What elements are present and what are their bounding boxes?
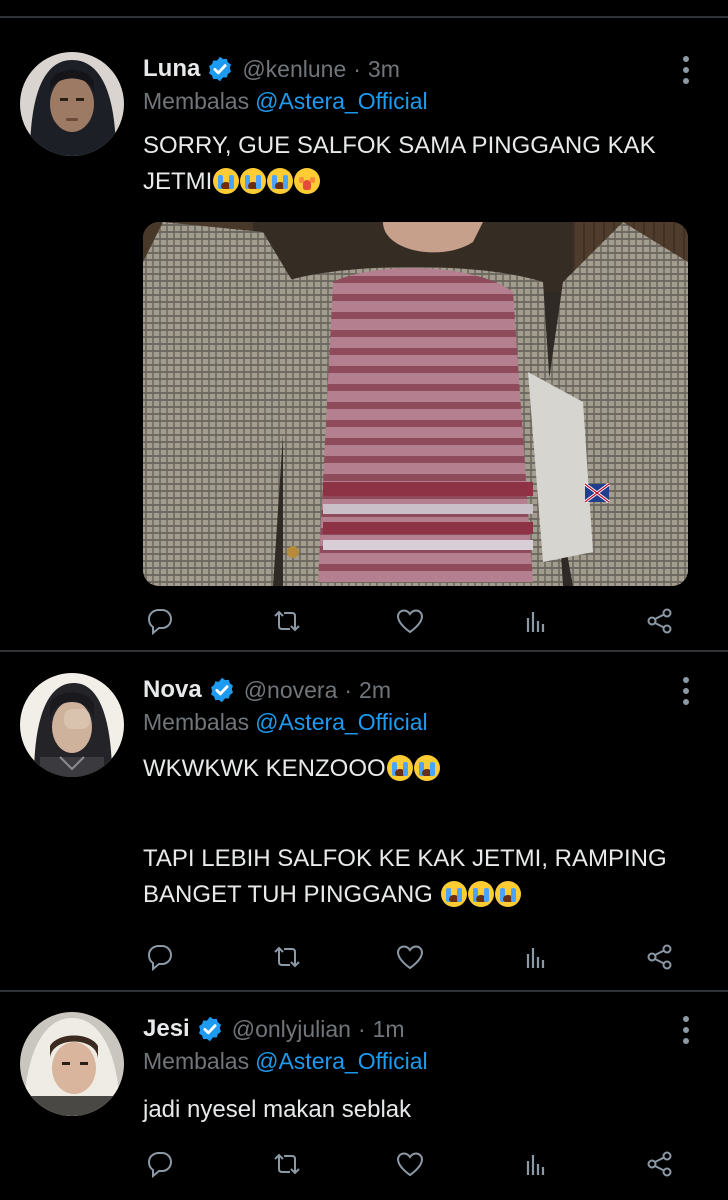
loudly-crying-face-icon xyxy=(440,881,467,907)
reply-icon[interactable] xyxy=(143,604,177,638)
more-options-icon[interactable] xyxy=(680,1014,692,1046)
tweet-divider xyxy=(0,650,728,652)
reply-context: Membalas @Astera_Official xyxy=(143,709,428,736)
share-icon[interactable] xyxy=(643,1147,677,1181)
tweet-actions xyxy=(143,604,688,640)
tweet-text-line: jadi nyesel makan seblak xyxy=(143,1096,412,1123)
reply-mention-link[interactable]: @Astera_Official xyxy=(255,1048,428,1074)
like-icon[interactable] xyxy=(393,940,427,974)
tweet-text-line: TAPI LEBIH SALFOK KE KAK JETMI, RAMPING xyxy=(143,845,667,872)
separator-dot: · xyxy=(344,676,353,703)
tweet-text-line: SORRY, GUE SALFOK SAMA PINGGANG KAK xyxy=(143,132,656,159)
tweet-text-span: BANGET TUH PINGGANG xyxy=(143,881,440,908)
verified-badge-icon xyxy=(196,1015,224,1043)
loudly-crying-face-icon xyxy=(213,168,240,194)
tweet-text-span: JETMI xyxy=(143,168,213,195)
reply-mention-link[interactable]: @Astera_Official xyxy=(255,709,428,735)
verified-badge-icon xyxy=(206,55,234,83)
loudly-crying-face-icon xyxy=(267,168,294,194)
tweet-actions xyxy=(143,1147,688,1183)
more-options-icon[interactable] xyxy=(680,54,692,86)
tweet-text-span: WKWKWK KENZOOO xyxy=(143,755,386,782)
display-name[interactable]: Luna xyxy=(143,55,200,83)
tweet-text-line: JETMI xyxy=(143,164,703,200)
loudly-crying-face-icon xyxy=(240,168,267,194)
separator-dot: · xyxy=(357,1015,366,1042)
loudly-crying-face-icon xyxy=(386,755,413,781)
avatar[interactable] xyxy=(20,673,124,777)
hot-face-icon xyxy=(294,168,321,194)
avatar[interactable] xyxy=(20,1012,124,1116)
more-options-icon[interactable] xyxy=(680,675,692,707)
verified-badge-icon xyxy=(208,676,236,704)
reply-mention-link[interactable]: @Astera_Official xyxy=(255,88,428,114)
retweet-icon[interactable] xyxy=(270,604,304,638)
views-icon[interactable] xyxy=(519,1147,553,1181)
timestamp[interactable]: 2m xyxy=(359,677,391,704)
reply-context: Membalas @Astera_Official xyxy=(143,88,428,115)
like-icon[interactable] xyxy=(393,604,427,638)
display-name[interactable]: Nova xyxy=(143,676,202,704)
reply-prefix: Membalas xyxy=(143,88,250,114)
tweet-text: jadi nyesel makan seblak xyxy=(143,1092,703,1128)
user-handle[interactable]: @novera xyxy=(244,677,338,704)
views-icon[interactable] xyxy=(519,604,553,638)
tweet-text: SORRY, GUE SALFOK SAMA PINGGANG KAK JETM… xyxy=(143,128,703,200)
tweet-photo[interactable] xyxy=(143,222,688,586)
loudly-crying-face-icon xyxy=(467,881,494,907)
avatar[interactable] xyxy=(20,52,124,156)
views-icon[interactable] xyxy=(519,940,553,974)
separator-dot: · xyxy=(353,55,361,82)
retweet-icon[interactable] xyxy=(270,1147,304,1181)
loudly-crying-face-icon xyxy=(494,881,521,907)
timestamp[interactable]: 3m xyxy=(368,56,400,83)
top-divider xyxy=(0,16,728,18)
reply-context: Membalas @Astera_Official xyxy=(143,1048,428,1075)
timestamp[interactable]: 1m xyxy=(373,1016,405,1043)
user-handle[interactable]: @onlyjulian xyxy=(232,1016,351,1043)
reply-icon[interactable] xyxy=(143,940,177,974)
tweet-actions xyxy=(143,940,688,976)
share-icon[interactable] xyxy=(643,940,677,974)
tweet-text-line: WKWKWK KENZOOO xyxy=(143,751,703,787)
reply-prefix: Membalas xyxy=(143,1048,250,1074)
reply-prefix: Membalas xyxy=(143,709,250,735)
tweet-text-line: BANGET TUH PINGGANG xyxy=(143,877,703,913)
reply-icon[interactable] xyxy=(143,1147,177,1181)
like-icon[interactable] xyxy=(393,1147,427,1181)
user-handle[interactable]: @kenlune xyxy=(242,56,346,83)
loudly-crying-face-icon xyxy=(413,755,440,781)
retweet-icon[interactable] xyxy=(270,940,304,974)
tweet-divider xyxy=(0,990,728,992)
tweet-text: WKWKWK KENZOOO TAPI LEBIH SALFOK KE KAK … xyxy=(143,751,703,913)
share-icon[interactable] xyxy=(643,604,677,638)
display-name[interactable]: Jesi xyxy=(143,1015,190,1043)
